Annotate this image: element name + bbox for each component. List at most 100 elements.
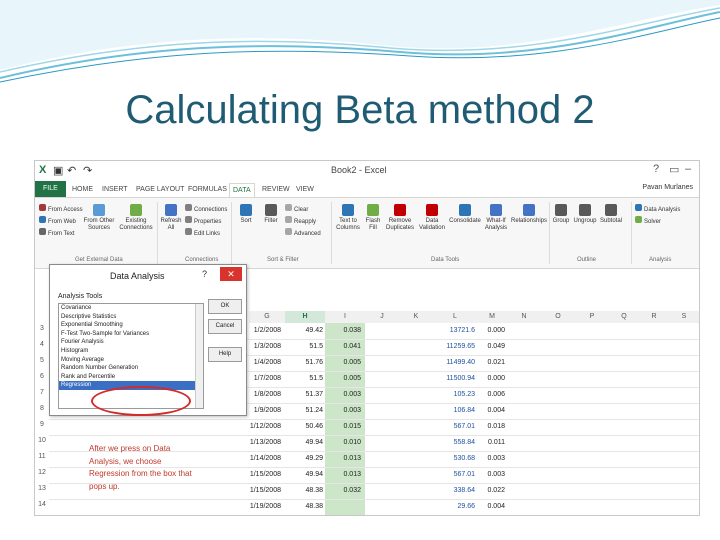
return-cell[interactable]: 0.015	[327, 421, 361, 433]
date-cell[interactable]: 1/15/2008	[247, 485, 281, 497]
reapply-button[interactable]: Reapply	[285, 216, 316, 226]
market-return-cell[interactable]: 0.006	[479, 389, 505, 401]
data-analysis-button[interactable]: Data Analysis	[635, 204, 680, 214]
date-cell[interactable]: 1/3/2008	[247, 341, 281, 353]
return-cell[interactable]: 0.005	[327, 373, 361, 385]
market-return-cell[interactable]: 0.004	[479, 501, 505, 513]
filter-button[interactable]: Filter	[261, 204, 281, 225]
data-validation-button[interactable]: Data Validation	[417, 204, 447, 232]
market-cell[interactable]: 106.84	[435, 405, 475, 417]
market-return-cell[interactable]: 0.022	[479, 485, 505, 497]
price-cell[interactable]: 50.46	[287, 421, 323, 433]
ok-button[interactable]: OK	[208, 299, 242, 314]
row-header[interactable]: 9	[35, 421, 49, 428]
price-cell[interactable]: 49.94	[287, 469, 323, 481]
return-cell[interactable]: 0.013	[327, 453, 361, 465]
column-header[interactable]: N	[507, 311, 542, 323]
tab-insert[interactable]: INSERT	[99, 183, 131, 196]
return-cell[interactable]	[327, 501, 361, 513]
advanced-button[interactable]: Advanced	[285, 228, 321, 238]
sort-button[interactable]: Sort	[235, 204, 257, 225]
from-other-sources-button[interactable]: From Other Sources	[83, 204, 115, 232]
tab-review[interactable]: REVIEW	[259, 183, 293, 196]
row-header[interactable]: 10	[35, 437, 49, 444]
market-return-cell[interactable]: 0.004	[479, 405, 505, 417]
column-header[interactable]: Q	[609, 311, 640, 323]
column-header[interactable]: K	[399, 311, 434, 323]
row-header[interactable]: 3	[35, 325, 49, 332]
remove-duplicates-button[interactable]: Remove Duplicates	[385, 204, 415, 232]
return-cell[interactable]: 0.032	[327, 485, 361, 497]
price-cell[interactable]: 51.37	[287, 389, 323, 401]
refresh-all-button[interactable]: Refresh All	[159, 204, 183, 232]
return-cell[interactable]: 0.003	[327, 389, 361, 401]
market-return-cell[interactable]: 0.018	[479, 421, 505, 433]
help-button[interactable]: Help	[208, 347, 242, 362]
column-header[interactable]: P	[575, 311, 610, 323]
price-cell[interactable]: 48.38	[287, 485, 323, 497]
market-cell[interactable]: 11500.94	[435, 373, 475, 385]
row-header[interactable]: 5	[35, 357, 49, 364]
tab-file[interactable]: FILE	[35, 181, 66, 197]
column-header[interactable]: L	[433, 311, 478, 323]
row-header[interactable]: 12	[35, 469, 49, 476]
price-cell[interactable]: 51.76	[287, 357, 323, 369]
row-header[interactable]: 6	[35, 373, 49, 380]
user-name[interactable]: Pavan Murlanes	[642, 184, 693, 191]
market-cell[interactable]: 11499.40	[435, 357, 475, 369]
market-return-cell[interactable]: 0.011	[479, 437, 505, 449]
date-cell[interactable]: 1/12/2008	[247, 421, 281, 433]
column-header[interactable]: O	[541, 311, 576, 323]
price-cell[interactable]: 49.42	[287, 325, 323, 337]
analysis-tool-item[interactable]: Rank and Percentile	[59, 373, 203, 382]
subtotal-button[interactable]: Subtotal	[599, 204, 623, 225]
analysis-tool-item[interactable]: Exponential Smoothing	[59, 321, 203, 330]
tab-formulas[interactable]: FORMULAS	[185, 183, 230, 196]
help-icon[interactable]: ?	[653, 163, 659, 175]
clear-button[interactable]: Clear	[285, 204, 308, 214]
market-cell[interactable]: 105.23	[435, 389, 475, 401]
row-header[interactable]: 11	[35, 453, 49, 460]
tab-data[interactable]: DATA	[229, 183, 255, 197]
row-header[interactable]: 14	[35, 501, 49, 508]
return-cell[interactable]: 0.010	[327, 437, 361, 449]
properties-button[interactable]: Properties	[185, 216, 221, 226]
return-cell[interactable]: 0.003	[327, 405, 361, 417]
market-return-cell[interactable]: 0.049	[479, 341, 505, 353]
return-cell[interactable]: 0.041	[327, 341, 361, 353]
tab-home[interactable]: HOME	[69, 183, 96, 196]
market-return-cell[interactable]: 0.003	[479, 469, 505, 481]
connections-button[interactable]: Connections	[185, 204, 227, 214]
market-cell[interactable]: 567.01	[435, 469, 475, 481]
column-header[interactable]: I	[325, 311, 366, 323]
from-access-button[interactable]: From Access	[39, 204, 83, 214]
date-cell[interactable]: 1/8/2008	[247, 389, 281, 401]
relationships-button[interactable]: Relationships	[511, 204, 547, 225]
close-icon[interactable]: ✕	[220, 267, 242, 281]
market-return-cell[interactable]: 0.000	[479, 325, 505, 337]
return-cell[interactable]: 0.005	[327, 357, 361, 369]
analysis-tool-item[interactable]: Descriptive Statistics	[59, 313, 203, 322]
cancel-button[interactable]: Cancel	[208, 319, 242, 334]
date-cell[interactable]: 1/2/2008	[247, 325, 281, 337]
existing-connections-button[interactable]: Existing Connections	[119, 204, 153, 232]
column-header[interactable]: G	[249, 311, 286, 323]
column-header[interactable]: H	[285, 311, 326, 323]
market-cell[interactable]: 13721.6	[435, 325, 475, 337]
column-header[interactable]: R	[639, 311, 670, 323]
date-cell[interactable]: 1/13/2008	[247, 437, 281, 449]
date-cell[interactable]: 1/15/2008	[247, 469, 281, 481]
market-cell[interactable]: 11259.65	[435, 341, 475, 353]
date-cell[interactable]: 1/14/2008	[247, 453, 281, 465]
analysis-tool-item[interactable]: F-Test Two-Sample for Variances	[59, 330, 203, 339]
minimize-icon[interactable]: –	[685, 163, 691, 175]
return-cell[interactable]: 0.013	[327, 469, 361, 481]
market-cell[interactable]: 567.01	[435, 421, 475, 433]
tab-page-layout[interactable]: PAGE LAYOUT	[133, 183, 187, 196]
undo-icon[interactable]: ↶	[67, 164, 76, 177]
analysis-tool-item[interactable]: Fourier Analysis	[59, 338, 203, 347]
flash-fill-button[interactable]: Flash Fill	[363, 204, 383, 232]
column-header[interactable]: J	[365, 311, 400, 323]
analysis-tool-item[interactable]: Covariance	[59, 304, 203, 313]
market-return-cell[interactable]: 0.021	[479, 357, 505, 369]
